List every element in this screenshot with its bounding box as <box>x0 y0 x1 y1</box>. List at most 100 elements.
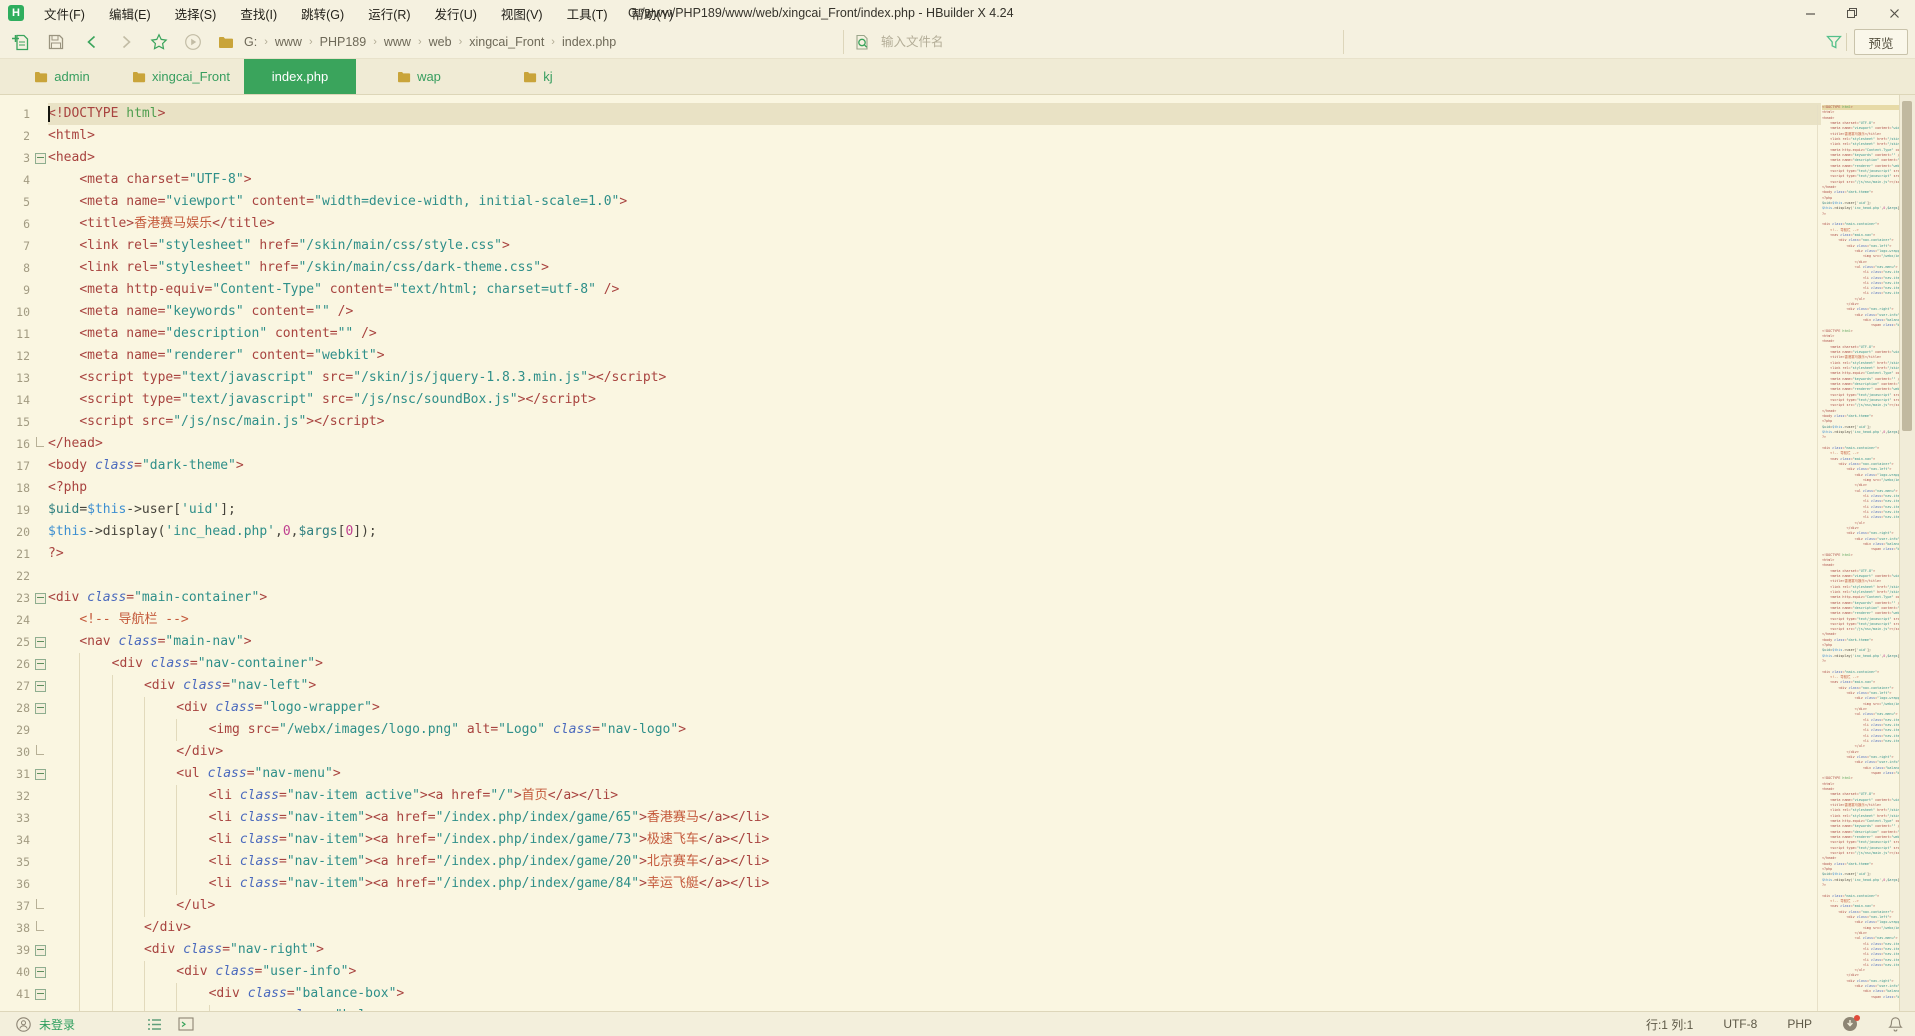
restore-button[interactable] <box>1831 0 1873 26</box>
code-line[interactable]: 6<title>香港赛马娱乐</title> <box>0 213 1821 235</box>
login-status[interactable]: 未登录 <box>39 1016 75 1033</box>
menu-item[interactable]: 选择(S) <box>163 4 229 23</box>
code-line[interactable]: 29<img src="/webx/images/logo.png" alt="… <box>0 719 1821 741</box>
code-line[interactable]: 3<head> <box>0 147 1821 169</box>
code-line[interactable]: 9<meta http-equiv="Content-Type" content… <box>0 279 1821 301</box>
scrollbar-track[interactable] <box>1899 95 1915 1012</box>
fold-toggle[interactable] <box>32 763 48 785</box>
fold-toggle[interactable] <box>32 587 48 609</box>
code-line[interactable]: 2<html> <box>0 125 1821 147</box>
code-line[interactable]: 16</head> <box>0 433 1821 455</box>
breadcrumb-item[interactable]: www <box>380 35 415 49</box>
code-line[interactable]: 30</div> <box>0 741 1821 763</box>
update-button[interactable] <box>1842 1016 1858 1032</box>
language-mode[interactable]: PHP <box>1787 1017 1812 1031</box>
menu-item[interactable]: 工具(T) <box>555 4 620 23</box>
code-line[interactable]: 20$this->display('inc_head.php',0,$args[… <box>0 521 1821 543</box>
menu-item[interactable]: 运行(R) <box>356 4 422 23</box>
code-line[interactable]: 7<link rel="stylesheet" href="/skin/main… <box>0 235 1821 257</box>
code-line[interactable]: 14<script type="text/javascript" src="/j… <box>0 389 1821 411</box>
code-line[interactable]: 36<li class="nav-item"><a href="/index.p… <box>0 873 1821 895</box>
fold-toggle[interactable] <box>32 961 48 983</box>
code-line[interactable]: 39<div class="nav-right"> <box>0 939 1821 961</box>
code-line[interactable]: 26<div class="nav-container"> <box>0 653 1821 675</box>
code-line[interactable]: 40<div class="user-info"> <box>0 961 1821 983</box>
breadcrumb-item[interactable]: G: <box>240 35 261 49</box>
code-line[interactable]: 32<li class="nav-item active"><a href="/… <box>0 785 1821 807</box>
code-area[interactable]: 1<!DOCTYPE html>2<html>3<head>4<meta cha… <box>0 95 1821 1012</box>
fold-toggle[interactable] <box>32 675 48 697</box>
fold-toggle[interactable] <box>32 653 48 675</box>
run-button[interactable] <box>183 32 203 52</box>
scrollbar-thumb[interactable] <box>1902 101 1912 431</box>
close-button[interactable] <box>1873 0 1915 26</box>
minimize-button[interactable] <box>1789 0 1831 26</box>
code-line[interactable]: 12<meta name="renderer" content="webkit"… <box>0 345 1821 367</box>
code-line[interactable]: 37</ul> <box>0 895 1821 917</box>
code-line[interactable]: 34<li class="nav-item"><a href="/index.p… <box>0 829 1821 851</box>
code-line[interactable]: 13<script type="text/javascript" src="/s… <box>0 367 1821 389</box>
code-line[interactable]: 41<div class="balance-box"> <box>0 983 1821 1005</box>
tab-admin[interactable]: admin <box>6 59 118 94</box>
code-line[interactable]: 28<div class="logo-wrapper"> <box>0 697 1821 719</box>
tab-index.php[interactable]: index.php <box>244 59 356 94</box>
code-line[interactable]: 5<meta name="viewport" content="width=de… <box>0 191 1821 213</box>
breadcrumb-item[interactable]: index.php <box>558 35 620 49</box>
code-line[interactable]: 22 <box>0 565 1821 587</box>
back-button[interactable] <box>82 32 102 52</box>
code-line[interactable]: 18<?php <box>0 477 1821 499</box>
menu-item[interactable]: 跳转(G) <box>289 4 356 23</box>
code-line[interactable]: 4<meta charset="UTF-8"> <box>0 169 1821 191</box>
menu-item[interactable]: 视图(V) <box>489 4 555 23</box>
forward-button[interactable] <box>116 32 136 52</box>
code-line[interactable]: 27<div class="nav-left"> <box>0 675 1821 697</box>
menu-item[interactable]: 文件(F) <box>32 4 97 23</box>
code-line[interactable]: 35<li class="nav-item"><a href="/index.p… <box>0 851 1821 873</box>
outline-button[interactable] <box>147 1018 162 1031</box>
cursor-position[interactable]: 行:1 列:1 <box>1646 1016 1693 1033</box>
code-line[interactable]: 1<!DOCTYPE html> <box>0 103 1821 125</box>
preview-button[interactable]: 预览 <box>1854 29 1908 55</box>
file-search-box[interactable] <box>843 30 1344 54</box>
encoding-indicator[interactable]: UTF-8 <box>1723 1017 1757 1031</box>
breadcrumb-item[interactable]: xingcai_Front <box>465 35 548 49</box>
line-number: 11 <box>0 323 32 345</box>
menu-item[interactable]: 查找(I) <box>228 4 289 23</box>
menu-item[interactable]: 发行(U) <box>423 4 489 23</box>
fold-toggle[interactable] <box>32 939 48 961</box>
code-line[interactable]: 33<li class="nav-item"><a href="/index.p… <box>0 807 1821 829</box>
breadcrumb-item[interactable]: www <box>271 35 306 49</box>
menu-item[interactable]: 编辑(E) <box>97 4 163 23</box>
code-line[interactable]: 15<script src="/js/nsc/main.js"></script… <box>0 411 1821 433</box>
code-text: <nav class="main-nav"> <box>48 631 1821 653</box>
code-line[interactable]: 38</div> <box>0 917 1821 939</box>
favorite-button[interactable] <box>149 32 169 52</box>
tab-kj[interactable]: kj <box>482 59 594 94</box>
fold-toggle[interactable] <box>32 983 48 1005</box>
minimap[interactable]: <!DOCTYPE html><html><head> <meta charse… <box>1817 105 1900 1012</box>
breadcrumb-item[interactable]: PHP189 <box>316 35 371 49</box>
code-line[interactable]: 21?> <box>0 543 1821 565</box>
code-line[interactable]: 23<div class="main-container"> <box>0 587 1821 609</box>
account-icon[interactable] <box>16 1017 31 1032</box>
new-file-button[interactable] <box>10 32 30 52</box>
code-line[interactable]: 17<body class="dark-theme"> <box>0 455 1821 477</box>
filter-button[interactable] <box>1824 32 1844 52</box>
code-line[interactable]: 31<ul class="nav-menu"> <box>0 763 1821 785</box>
fold-toggle[interactable] <box>32 697 48 719</box>
code-line[interactable]: 8<link rel="stylesheet" href="/skin/main… <box>0 257 1821 279</box>
code-line[interactable]: 10<meta name="keywords" content="" /> <box>0 301 1821 323</box>
code-line[interactable]: 11<meta name="description" content="" /> <box>0 323 1821 345</box>
tab-wap[interactable]: wap <box>363 59 475 94</box>
code-line[interactable]: 24<!-- 导航栏 --> <box>0 609 1821 631</box>
fold-toggle[interactable] <box>32 147 48 169</box>
tab-xingcai_Front[interactable]: xingcai_Front <box>125 59 237 94</box>
code-line[interactable]: 25<nav class="main-nav"> <box>0 631 1821 653</box>
notifications-button[interactable] <box>1888 1016 1903 1032</box>
save-button[interactable] <box>46 32 66 52</box>
console-button[interactable] <box>178 1017 194 1031</box>
search-input[interactable] <box>879 34 1263 50</box>
code-line[interactable]: 19$uid=$this->user['uid']; <box>0 499 1821 521</box>
fold-toggle[interactable] <box>32 631 48 653</box>
breadcrumb-item[interactable]: web <box>425 35 456 49</box>
